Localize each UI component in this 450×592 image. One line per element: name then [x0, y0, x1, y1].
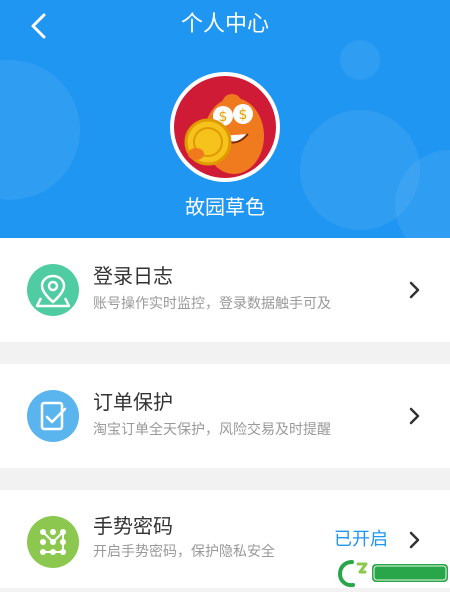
gesture-pattern-icon — [27, 516, 79, 568]
profile-header: 个人中心 $ $ 故园草色 — [0, 0, 450, 238]
menu-item-subtitle: 淘宝订单全天保护，风险交易及时提醒 — [93, 422, 331, 438]
background-bubble — [340, 40, 380, 80]
chevron-right-icon — [409, 281, 420, 299]
avatar-image: $ $ — [174, 76, 276, 178]
chevron-right-icon — [409, 531, 420, 549]
svg-text:$: $ — [239, 107, 248, 123]
menu-item-title: 订单保护 — [93, 390, 173, 414]
menu-item-login-log[interactable]: 登录日志 账号操作实时监控，登录数据触手可及 — [0, 238, 450, 342]
chevron-right-icon — [409, 407, 420, 425]
menu-item-title: 手势密码 — [93, 514, 173, 538]
menu-item-title: 登录日志 — [93, 264, 173, 288]
status-text: 已开启 — [334, 529, 388, 550]
background-bubble — [0, 60, 80, 200]
menu-item-subtitle: 开启手势密码，保护隐私安全 — [93, 544, 275, 560]
avatar[interactable]: $ $ — [170, 72, 280, 182]
menu-item-subtitle: 账号操作实时监控，登录数据触手可及 — [93, 296, 331, 312]
menu-item-order-protection[interactable]: 订单保护 淘宝订单全天保护，风险交易及时提醒 — [0, 364, 450, 468]
map-pin-icon — [27, 264, 79, 316]
watermark-logo — [337, 558, 450, 588]
page-title: 个人中心 — [180, 12, 269, 37]
username: 故园草色 — [185, 195, 265, 219]
order-check-icon — [27, 390, 79, 442]
money-mascot-icon: $ $ — [184, 94, 264, 174]
